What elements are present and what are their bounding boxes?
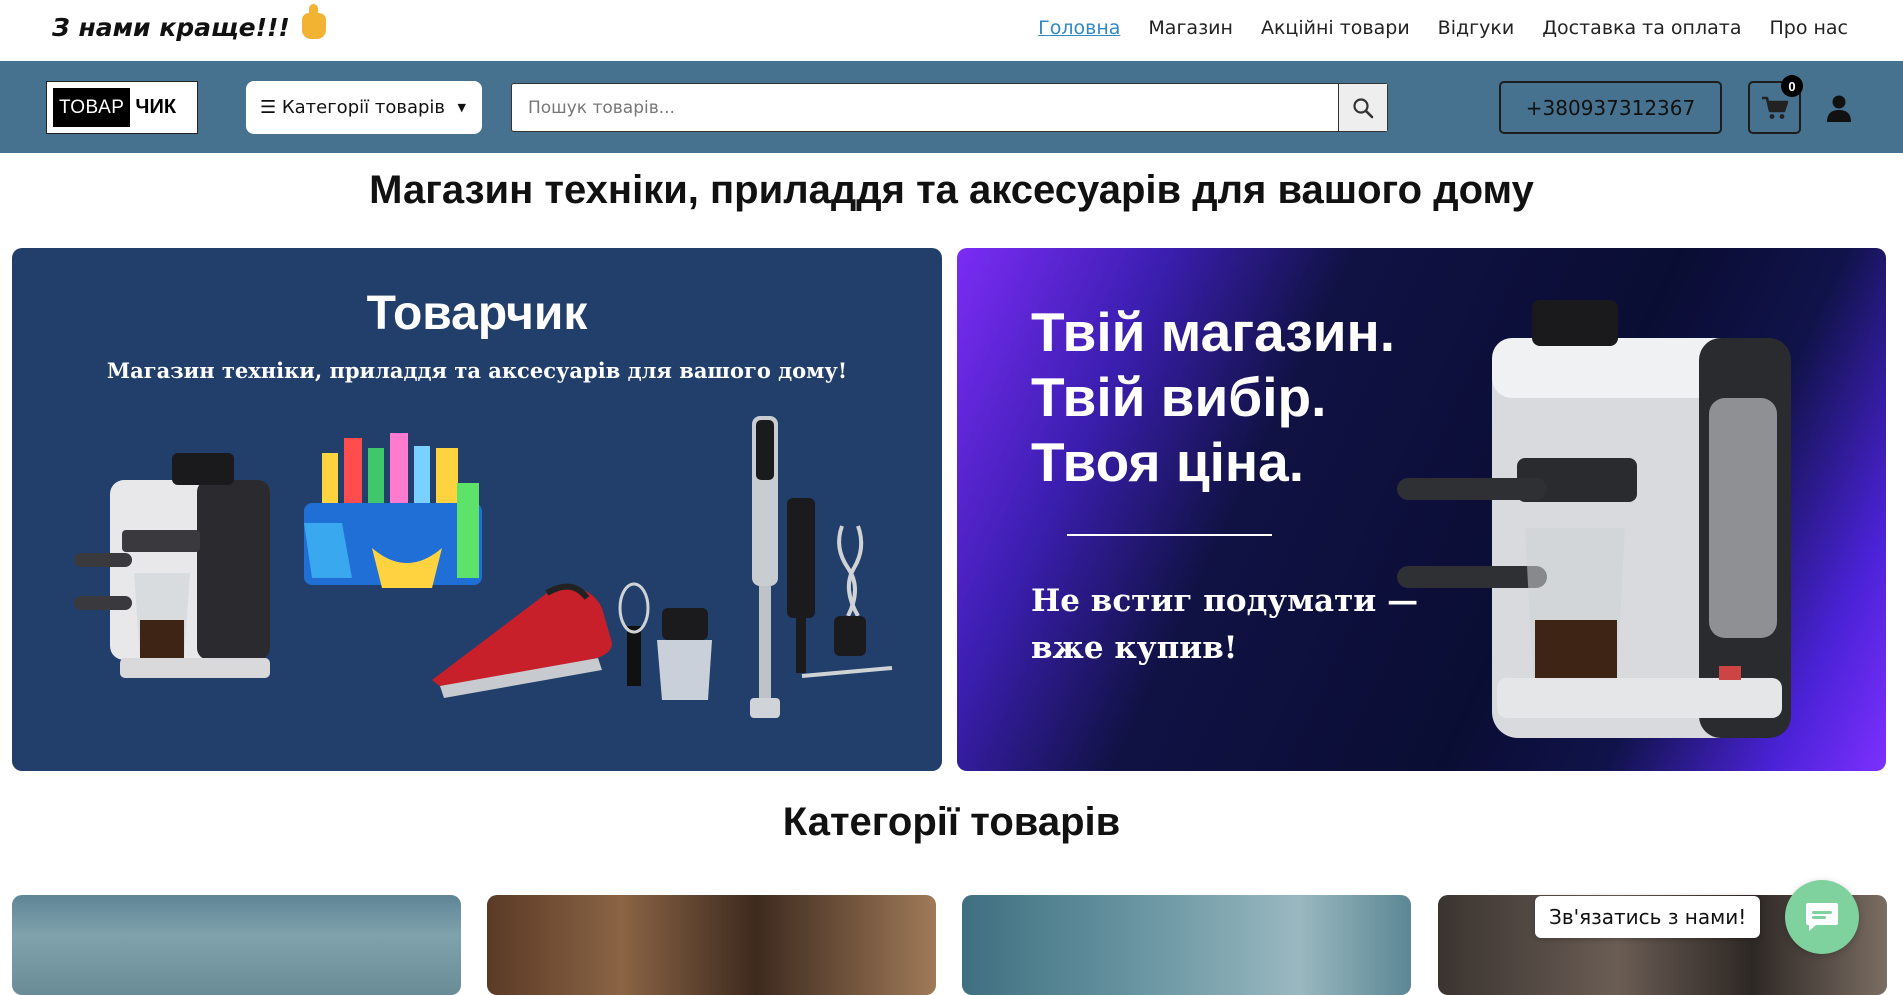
logo-part-2: ЧИК xyxy=(135,96,177,118)
categories-title: Категорії товарів xyxy=(782,800,1121,844)
top-bar: З нами краще!!! Головна Магазин Акційні … xyxy=(0,0,1903,61)
iron-image xyxy=(432,583,612,698)
chat-bubble-icon xyxy=(1806,903,1838,931)
phone-button[interactable]: +380937312367 xyxy=(1499,81,1722,134)
thumbs-up-icon xyxy=(301,4,326,39)
nav-delivery[interactable]: Доставка та оплата xyxy=(1542,17,1741,39)
cart-icon xyxy=(1761,96,1788,119)
chat-button[interactable] xyxy=(1785,880,1859,954)
cart-count-badge: 0 xyxy=(1781,75,1803,97)
caret-down-icon: ▼ xyxy=(457,101,466,114)
chat-label[interactable]: Зв'язатись з нами! xyxy=(1535,896,1761,938)
nav-about[interactable]: Про нас xyxy=(1769,17,1848,39)
nav-shop[interactable]: Магазин xyxy=(1148,17,1233,39)
nav-home[interactable]: Головна xyxy=(1038,17,1120,39)
appliances-illustration xyxy=(74,416,893,718)
promo-banner-2[interactable]: Твій магазин. Твій вибір. Твоя ціна. Не … xyxy=(957,248,1886,771)
slogan-text: З нами краще!!! xyxy=(52,13,290,42)
nav-reviews[interactable]: Відгуки xyxy=(1438,17,1515,39)
user-icon xyxy=(1827,95,1851,122)
page-title: Магазин техніки, приладдя та аксесуарів … xyxy=(369,168,1534,212)
coffee-machine-image xyxy=(74,453,270,678)
header: ТОВАР ЧИК ☰ Категорії товарів ▼ +3809373… xyxy=(0,61,1903,153)
search-button[interactable] xyxy=(1338,84,1387,131)
category-card[interactable] xyxy=(12,895,461,995)
categories-button[interactable]: ☰ Категорії товарів ▼ xyxy=(246,81,482,134)
promo-banner-1[interactable]: Товарчик Магазин техніки, приладдя та ак… xyxy=(12,248,942,771)
coffee-machine-image xyxy=(1397,300,1791,738)
category-card[interactable] xyxy=(962,895,1411,995)
main-nav: Головна Магазин Акційні товари Відгуки Д… xyxy=(1038,17,1848,39)
categories-button-label: ☰ Категорії товарів xyxy=(260,97,446,118)
blender-set-image xyxy=(618,416,893,718)
category-card[interactable] xyxy=(487,895,936,995)
search-bar xyxy=(511,83,1388,132)
account-button[interactable] xyxy=(1824,93,1854,123)
cleaning-basket-image xyxy=(304,433,482,588)
nav-sale[interactable]: Акційні товари xyxy=(1261,17,1410,39)
slogan: З нами краще!!! xyxy=(52,4,326,42)
search-input[interactable] xyxy=(512,84,1337,131)
search-icon xyxy=(1353,97,1374,118)
site-logo[interactable]: ТОВАР ЧИК xyxy=(46,81,198,134)
logo-part-1: ТОВАР xyxy=(53,88,131,127)
